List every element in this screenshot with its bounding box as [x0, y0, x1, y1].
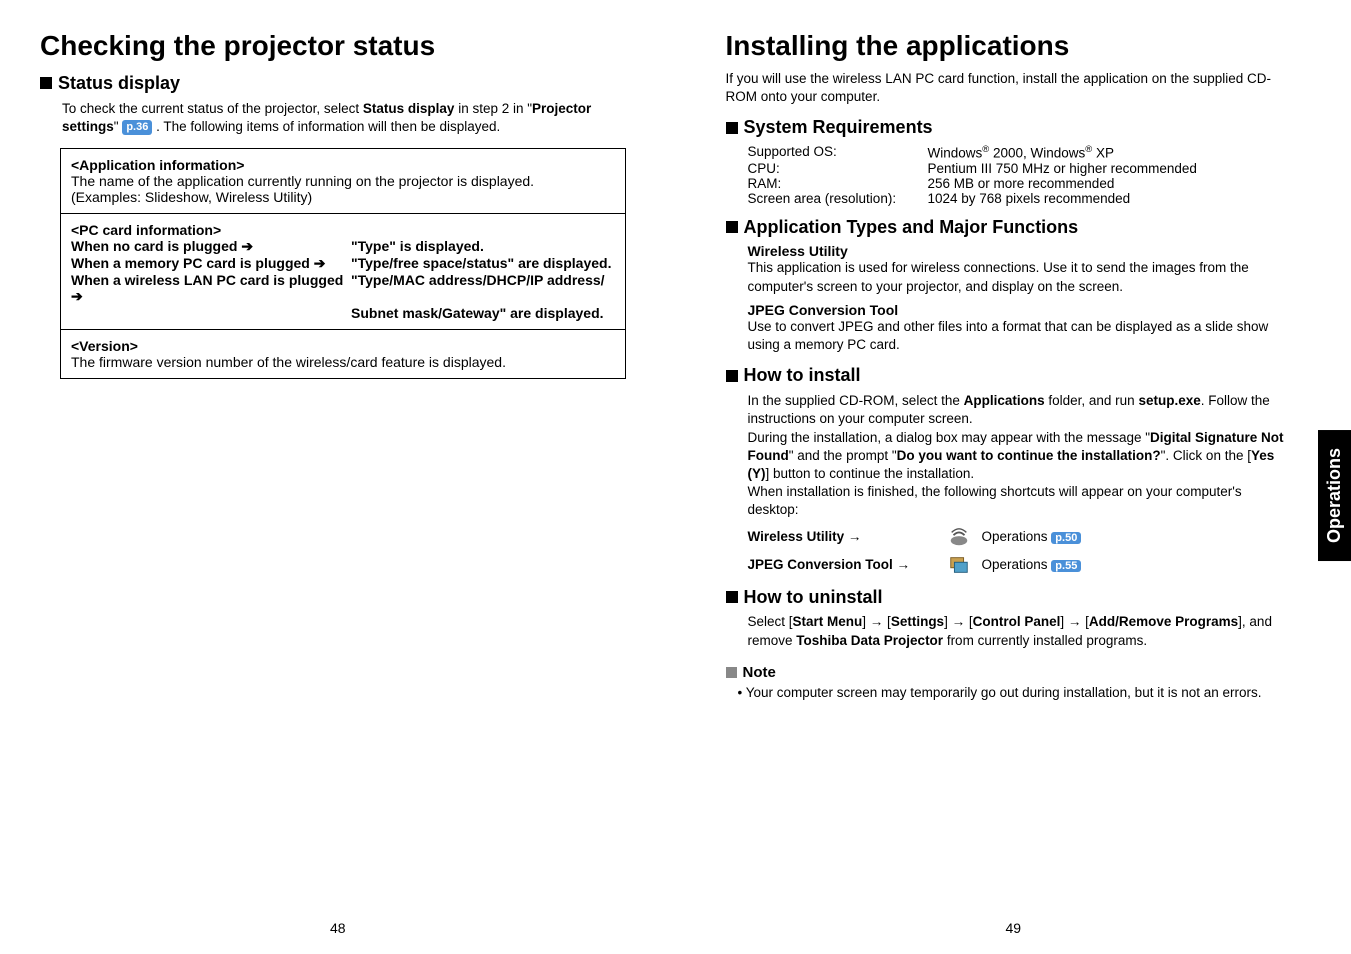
square-grey-bullet-icon [726, 667, 737, 678]
divider [61, 329, 625, 330]
app-info-title: <Application information> [71, 157, 615, 173]
page-title-left: Checking the projector status [40, 30, 626, 62]
left-page: Checking the projector status Status dis… [0, 0, 676, 954]
square-bullet-icon [726, 221, 738, 233]
right-page: Installing the applications If you will … [676, 0, 1351, 954]
page-ref-badge: p.36 [122, 120, 152, 135]
sysreq-table: Supported OS:Windows® 2000, Windows® XP … [748, 144, 1292, 206]
page-spread: Checking the projector status Status dis… [0, 0, 1351, 954]
page-number-left: 48 [0, 920, 676, 936]
app-info-body: The name of the application currently ru… [71, 173, 615, 205]
jpeg-conversion-icon [948, 554, 970, 576]
side-tab-operations: Operations [1318, 430, 1351, 561]
page-ref-badge: p.55 [1051, 560, 1081, 572]
square-bullet-icon [726, 370, 738, 382]
pc-card-rows: When no card is plugged ➔"Type" is displ… [71, 238, 615, 321]
shortcut-jpeg: JPEG Conversion Tool → Operations p.55 [748, 554, 1292, 576]
install-heading: How to install [726, 364, 1292, 386]
status-intro-text: To check the current status of the proje… [62, 100, 626, 136]
note-item: Your computer screen may temporarily go … [738, 685, 1292, 700]
page-number-right: 49 [676, 920, 1351, 936]
info-box: <Application information> The name of th… [60, 148, 626, 379]
divider [61, 213, 625, 214]
status-display-heading: Status display [40, 72, 626, 94]
version-body: The firmware version number of the wirel… [71, 354, 615, 370]
page-title-right: Installing the applications [726, 30, 1292, 62]
shortcut-wireless: Wireless Utility → Operations p.50 [748, 526, 1292, 548]
pc-card-title: <PC card information> [71, 222, 615, 238]
square-bullet-icon [40, 77, 52, 89]
apptype-block: Wireless Utility This application is use… [748, 243, 1292, 354]
wireless-utility-icon [948, 526, 970, 548]
version-title: <Version> [71, 338, 615, 354]
note-heading: Note [726, 664, 1292, 681]
note-list: Your computer screen may temporarily go … [726, 685, 1292, 700]
uninstall-heading: How to uninstall [726, 586, 1292, 608]
install-paragraph: In the supplied CD-ROM, select the Appli… [748, 392, 1292, 520]
uninstall-paragraph: Select [Start Menu] → [Settings] → [Cont… [748, 613, 1292, 649]
square-bullet-icon [726, 591, 738, 603]
page-ref-badge: p.50 [1051, 532, 1081, 544]
square-bullet-icon [726, 122, 738, 134]
sysreq-heading: System Requirements [726, 116, 1292, 138]
install-intro: If you will use the wireless LAN PC card… [726, 70, 1292, 106]
apptypes-heading: Application Types and Major Functions [726, 216, 1292, 238]
